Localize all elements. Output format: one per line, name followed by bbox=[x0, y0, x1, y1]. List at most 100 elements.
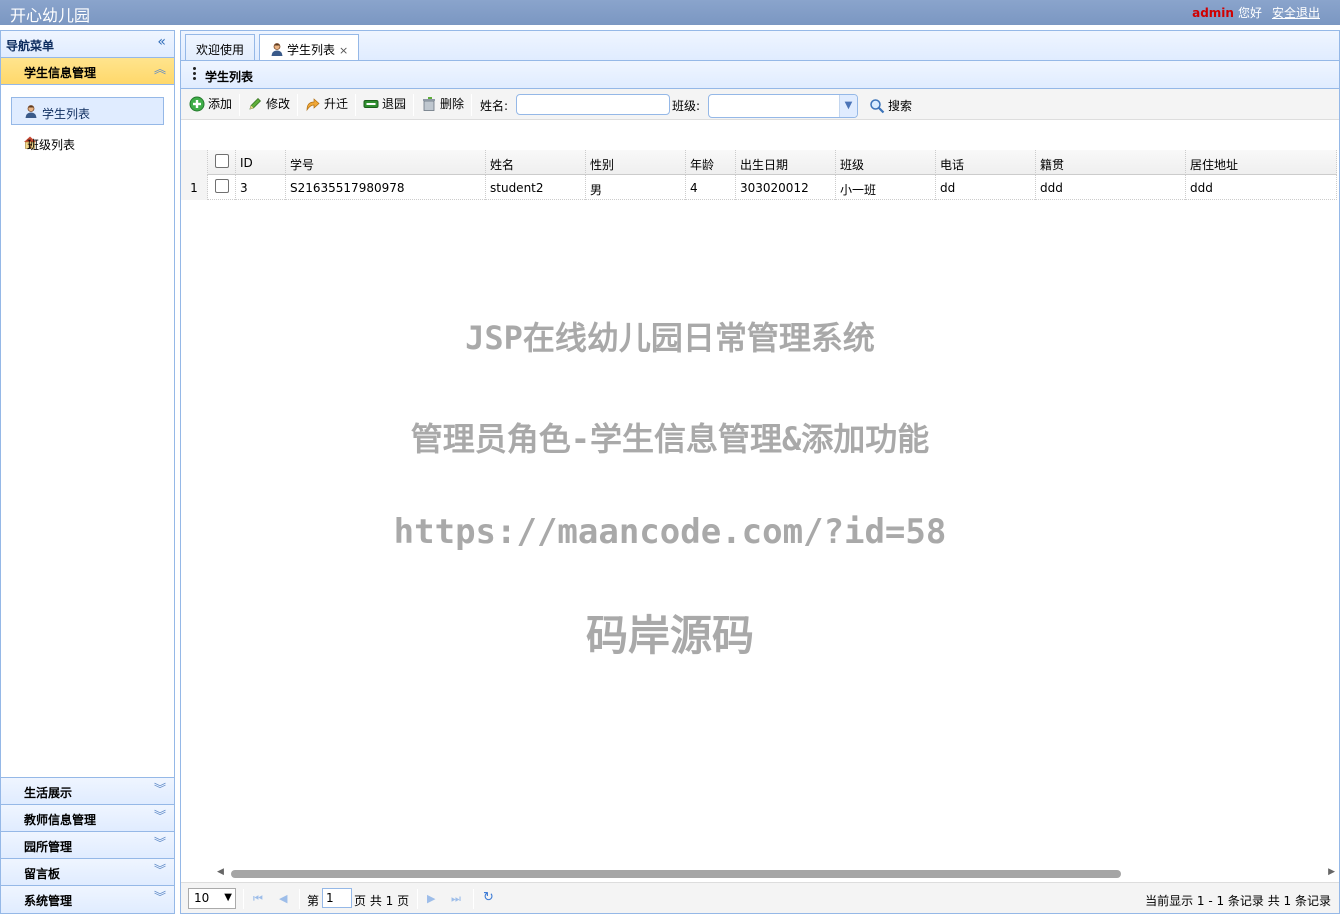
cell-phone: dd bbox=[936, 175, 1036, 200]
first-page-icon[interactable]: ⏮ bbox=[253, 892, 263, 906]
close-icon[interactable]: × bbox=[339, 44, 348, 57]
chevron-down-icon: ︾ bbox=[153, 890, 166, 904]
greeting: 您好 bbox=[1237, 6, 1262, 20]
scrollbar-thumb[interactable] bbox=[231, 870, 1121, 878]
section-teacher[interactable]: 教师信息管理 ︾ bbox=[1, 805, 174, 832]
section-message[interactable]: 留言板 ︾ bbox=[1, 859, 174, 886]
chevron-up-icon: ︽ bbox=[153, 62, 166, 76]
section-label: 学生信息管理 bbox=[24, 66, 97, 80]
column-header[interactable]: ID bbox=[236, 150, 286, 175]
user-area: admin 您好 安全退出 bbox=[1192, 4, 1320, 21]
add-label: 添加 bbox=[208, 97, 233, 111]
collapse-left-icon[interactable]: « bbox=[157, 34, 166, 50]
page-total: 页 共 1 页 bbox=[354, 894, 410, 908]
nav-item-label: 学生列表 bbox=[42, 107, 91, 121]
record-info: 当前显示 1 - 1 条记录 共 1 条记录 bbox=[1145, 894, 1331, 908]
user-name: admin bbox=[1192, 6, 1234, 20]
scroll-right-icon[interactable]: ▶ bbox=[1328, 867, 1335, 877]
tab-strip: 欢迎使用 学生列表 × bbox=[180, 30, 1340, 62]
pager-divider bbox=[243, 889, 244, 909]
column-header[interactable]: 班级 bbox=[836, 150, 936, 175]
chevron-down-icon: ▼ bbox=[224, 892, 232, 903]
nav-item-label: 班级列表 bbox=[27, 138, 76, 152]
column-header[interactable]: 出生日期 bbox=[736, 150, 836, 175]
delete-button[interactable]: 删除 bbox=[421, 95, 464, 113]
class-select[interactable]: ▼ bbox=[708, 94, 858, 118]
refresh-icon[interactable]: ↻ bbox=[483, 890, 494, 905]
section-label: 系统管理 bbox=[24, 894, 73, 908]
page-number-input[interactable]: 1 bbox=[322, 888, 352, 908]
section-system[interactable]: 系统管理 ︾ bbox=[1, 886, 174, 913]
edit-button[interactable]: 修改 bbox=[247, 95, 290, 113]
cell-hometown: ddd bbox=[1036, 175, 1186, 200]
column-header[interactable]: 电话 bbox=[936, 150, 1036, 175]
watermark-line: JSP在线幼儿园日常管理系统 bbox=[465, 319, 875, 357]
last-page-icon[interactable]: ⏭ bbox=[451, 892, 461, 906]
panel-title: 学生列表 bbox=[205, 70, 254, 84]
tab-welcome[interactable]: 欢迎使用 bbox=[185, 34, 256, 61]
chevron-down-icon: ︾ bbox=[153, 836, 166, 850]
column-header[interactable]: 性别 bbox=[586, 150, 686, 175]
grid-header-row: ID 学号 姓名 性别 年龄 出生日期 班级 电话 籍贯 居住地址 bbox=[181, 150, 1337, 175]
column-header[interactable]: 居住地址 bbox=[1186, 150, 1337, 175]
leave-button[interactable]: 退园 bbox=[363, 95, 406, 113]
checkbox[interactable] bbox=[215, 179, 229, 193]
delete-label: 删除 bbox=[440, 97, 465, 111]
section-life[interactable]: 生活展示 ︾ bbox=[1, 778, 174, 805]
select-all-checkbox[interactable] bbox=[208, 150, 236, 175]
section-campus[interactable]: 园所管理 ︾ bbox=[1, 832, 174, 859]
horizontal-scrollbar[interactable]: ◀ ▶ bbox=[211, 867, 1335, 879]
column-header[interactable]: 姓名 bbox=[486, 150, 586, 175]
section-label: 园所管理 bbox=[24, 840, 73, 854]
toolbar-divider bbox=[355, 94, 356, 116]
next-page-icon[interactable]: ▶ bbox=[427, 892, 435, 905]
column-header[interactable]: 籍贯 bbox=[1036, 150, 1186, 175]
scroll-left-icon[interactable]: ◀ bbox=[217, 867, 224, 877]
nav-item-class-list[interactable]: 班级列表 bbox=[11, 129, 164, 157]
section-student-info[interactable]: 学生信息管理 ︽ bbox=[1, 58, 174, 85]
logout-link[interactable]: 安全退出 bbox=[1272, 6, 1320, 20]
student-grid: ID 学号 姓名 性别 年龄 出生日期 班级 电话 籍贯 居住地址 1 3 S2… bbox=[181, 150, 1339, 840]
minus-bar-icon bbox=[363, 100, 379, 108]
class-label: 班级: bbox=[672, 99, 701, 113]
app-title: 开心幼儿园 bbox=[10, 6, 91, 25]
checkbox[interactable] bbox=[215, 154, 229, 168]
promote-button[interactable]: 升迁 bbox=[305, 95, 348, 113]
edit-label: 修改 bbox=[266, 97, 291, 111]
toolbar-divider bbox=[297, 94, 298, 116]
cell-birthdate: 303020012 bbox=[736, 175, 836, 200]
toolbar-divider bbox=[471, 94, 472, 116]
page-size-select[interactable]: 10 ▼ bbox=[188, 888, 236, 909]
add-button[interactable]: 添加 bbox=[189, 95, 232, 113]
search-button[interactable]: 搜索 bbox=[869, 97, 912, 115]
cell-gender: 男 bbox=[586, 175, 686, 200]
tab-student-list[interactable]: 学生列表 × bbox=[259, 34, 360, 62]
row-number: 1 bbox=[181, 175, 208, 200]
name-search-input[interactable] bbox=[516, 94, 670, 115]
pager-divider bbox=[473, 889, 474, 909]
leave-label: 退园 bbox=[382, 97, 407, 111]
cell-id: 3 bbox=[236, 175, 286, 200]
pager-divider bbox=[417, 889, 418, 909]
row-checkbox[interactable] bbox=[208, 175, 236, 200]
student-icon bbox=[25, 105, 37, 118]
chevron-down-icon: ︾ bbox=[153, 863, 166, 877]
watermark-line: 管理员角色-学生信息管理&添加功能 bbox=[410, 420, 930, 458]
student-icon bbox=[271, 43, 283, 56]
column-header[interactable]: 学号 bbox=[286, 150, 486, 175]
page-prefix: 第 bbox=[307, 894, 320, 908]
watermark-line: https://maancode.com/?id=58 bbox=[393, 512, 947, 552]
toolbar-divider bbox=[413, 94, 414, 116]
nav-panel: 导航菜单 « 学生信息管理 ︽ 学生列表 班级列表 生活展示 ︾ 教师信息管理 … bbox=[0, 30, 175, 914]
chevron-down-icon: ︾ bbox=[153, 782, 166, 796]
pencil-icon bbox=[249, 98, 261, 110]
tab-label: 欢迎使用 bbox=[196, 43, 245, 57]
section-label: 留言板 bbox=[24, 867, 61, 881]
section-label: 生活展示 bbox=[24, 786, 73, 800]
prev-page-icon[interactable]: ◀ bbox=[279, 892, 287, 905]
top-banner: 开心幼儿园 admin 您好 安全退出 bbox=[0, 0, 1340, 25]
column-header[interactable]: 年龄 bbox=[686, 150, 736, 175]
tab-label: 学生列表 bbox=[287, 43, 336, 57]
nav-item-student-list[interactable]: 学生列表 bbox=[11, 97, 164, 125]
table-row[interactable]: 1 3 S21635517980978 student2 男 4 3030200… bbox=[181, 175, 1337, 200]
